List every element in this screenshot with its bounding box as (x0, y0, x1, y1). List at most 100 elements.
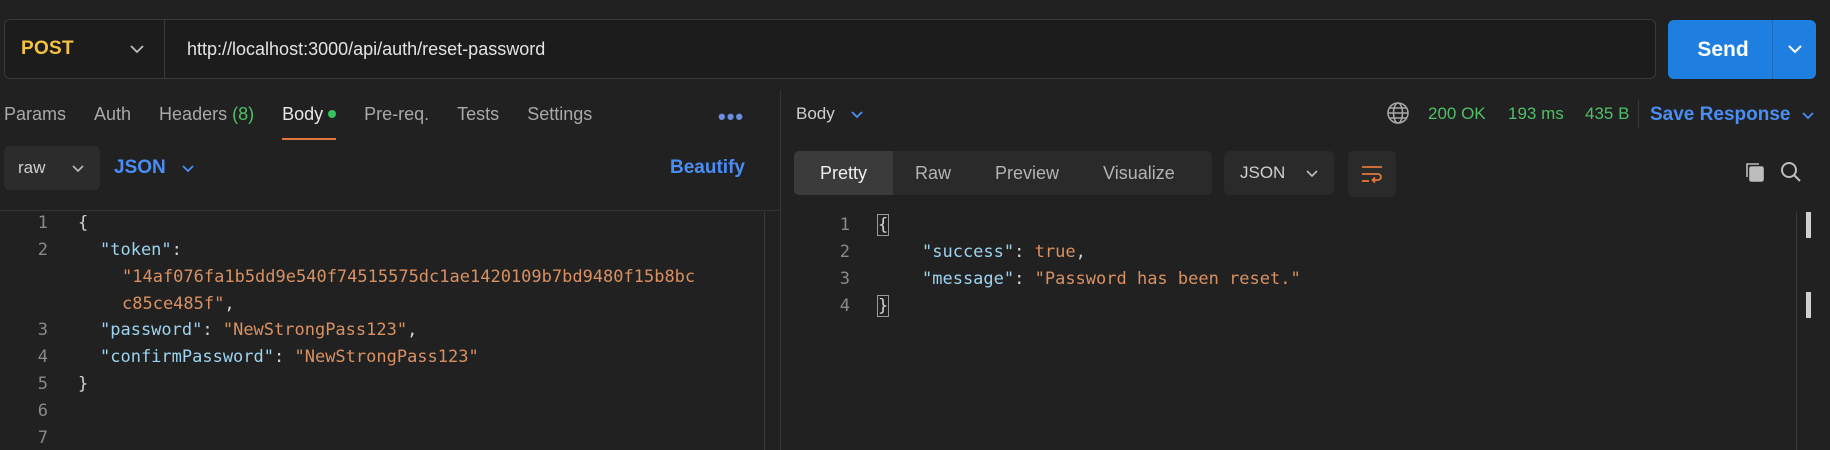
chevron-down-icon (1802, 104, 1815, 126)
json-key: "success" (922, 242, 1015, 262)
more-options-icon[interactable]: ••• (718, 104, 744, 130)
json-string: "NewStrongPass123" (222, 320, 408, 340)
tab-tests[interactable]: Tests (457, 96, 499, 140)
view-tab-raw[interactable]: Raw (893, 151, 973, 195)
beautify-button[interactable]: Beautify (670, 157, 745, 179)
view-tab-pretty[interactable]: Pretty (794, 151, 893, 195)
code-line: c85ce485f", (122, 294, 235, 314)
request-url-bar: POST http://localhost:3000/api/auth/rese… (4, 19, 1656, 79)
response-section-label: Body (796, 104, 835, 123)
chevron-down-icon (72, 158, 84, 178)
json-punct: , (1075, 242, 1086, 262)
view-tab-visualize[interactable]: Visualize (1081, 151, 1197, 195)
method-select[interactable]: POST (5, 20, 165, 78)
response-section-select[interactable]: Body (796, 104, 863, 124)
json-punct: : (1014, 269, 1035, 289)
save-response-label: Save Response (1650, 104, 1791, 125)
body-language-select[interactable]: JSON (114, 146, 194, 190)
view-tab-preview[interactable]: Preview (973, 151, 1081, 195)
json-boolean: true (1034, 242, 1076, 262)
scrollbar-marker[interactable] (1806, 212, 1811, 238)
response-time[interactable]: 193 ms (1508, 104, 1564, 124)
tab-body[interactable]: Body (282, 96, 337, 140)
word-wrap-button[interactable] (1348, 151, 1396, 197)
tab-label: Pre-req. (364, 104, 430, 124)
code-line: "success": true, (922, 242, 1086, 262)
chevron-down-icon (130, 44, 144, 54)
send-label: Send (1697, 37, 1749, 61)
line-number: 4 (37, 347, 48, 367)
json-key: "message" (922, 269, 1015, 289)
method-label: POST (21, 38, 74, 59)
json-string: "Password has been reset." (1034, 269, 1301, 289)
code-line: "password": "NewStrongPass123", (100, 320, 417, 340)
json-string: c85ce485f" (122, 294, 225, 314)
chevron-down-icon (851, 104, 863, 124)
tab-label: Settings (527, 104, 593, 124)
code-line: "message": "Password has been reset." (922, 269, 1301, 289)
send-options-chevron-icon[interactable] (1772, 20, 1816, 79)
json-key: "confirmPassword" (100, 347, 274, 367)
response-view-tabs: Pretty Raw Preview Visualize (794, 151, 1212, 195)
body-language-label: JSON (114, 157, 166, 178)
code-line: "14af076fa1b5dd9e540f74515575dc1ae142010… (122, 267, 696, 287)
body-modified-dot (328, 109, 337, 118)
body-mode-label: raw (18, 158, 46, 177)
headers-count-badge: (8) (232, 104, 255, 124)
json-punct: : (171, 240, 182, 260)
json-punct: : (274, 347, 295, 367)
send-button[interactable]: Send (1668, 20, 1816, 79)
tab-label: Params (4, 104, 67, 124)
line-number: 3 (37, 320, 48, 340)
json-string: "NewStrongPass123" (294, 347, 479, 367)
code-line: } (876, 295, 890, 317)
divider (1638, 100, 1639, 128)
search-icon[interactable] (1780, 161, 1802, 188)
matched-brace: { (876, 214, 890, 236)
tab-label: Headers (159, 104, 228, 124)
json-punct: , (407, 320, 418, 340)
scrollbar-marker[interactable] (1806, 292, 1811, 318)
json-key: "token" (100, 240, 172, 260)
response-format-label: JSON (1240, 163, 1286, 182)
tab-label: Auth (94, 104, 132, 124)
code-line: { (876, 214, 890, 236)
json-key: "password" (100, 320, 203, 340)
tab-headers[interactable]: Headers (8) (159, 96, 254, 140)
line-number: 4 (839, 296, 850, 316)
chevron-down-icon (1306, 163, 1318, 183)
tab-pre-request[interactable]: Pre-req. (364, 96, 429, 140)
response-scroll-track[interactable] (1796, 212, 1797, 450)
pane-divider[interactable] (780, 90, 781, 450)
json-punct: : (202, 320, 223, 340)
globe-icon[interactable] (1386, 101, 1410, 130)
editor-scroll-track[interactable] (764, 212, 765, 450)
body-mode-select[interactable]: raw (4, 146, 100, 190)
editor-separator (0, 210, 780, 211)
code-line: "confirmPassword": "NewStrongPass123" (100, 347, 479, 367)
line-number: 7 (37, 428, 48, 448)
tab-settings[interactable]: Settings (527, 96, 592, 140)
response-format-select[interactable]: JSON (1224, 151, 1334, 195)
tab-params[interactable]: Params (4, 96, 66, 140)
json-punct: : (1014, 242, 1035, 262)
chevron-down-icon (182, 157, 194, 179)
line-number: 2 (37, 240, 48, 260)
line-number: 3 (839, 269, 850, 289)
response-size[interactable]: 435 B (1585, 104, 1629, 124)
wrap-lines-icon (1362, 166, 1382, 184)
tab-auth[interactable]: Auth (94, 96, 131, 140)
status-code[interactable]: 200 OK (1428, 104, 1486, 124)
save-response-button[interactable]: Save Response (1650, 104, 1815, 126)
copy-icon[interactable] (1744, 161, 1766, 188)
line-number: 6 (37, 401, 48, 421)
request-tabs: Params Auth Headers (8) Body Pre-req. Te… (4, 96, 620, 140)
tab-label: Tests (457, 104, 500, 124)
code-line: "token": (100, 240, 182, 260)
matched-brace: } (876, 295, 890, 317)
code-line: { (78, 213, 89, 233)
url-input[interactable]: http://localhost:3000/api/auth/reset-pas… (165, 39, 545, 60)
json-punct: , (224, 294, 235, 314)
line-number: 2 (839, 242, 850, 262)
line-number: 1 (839, 215, 850, 235)
